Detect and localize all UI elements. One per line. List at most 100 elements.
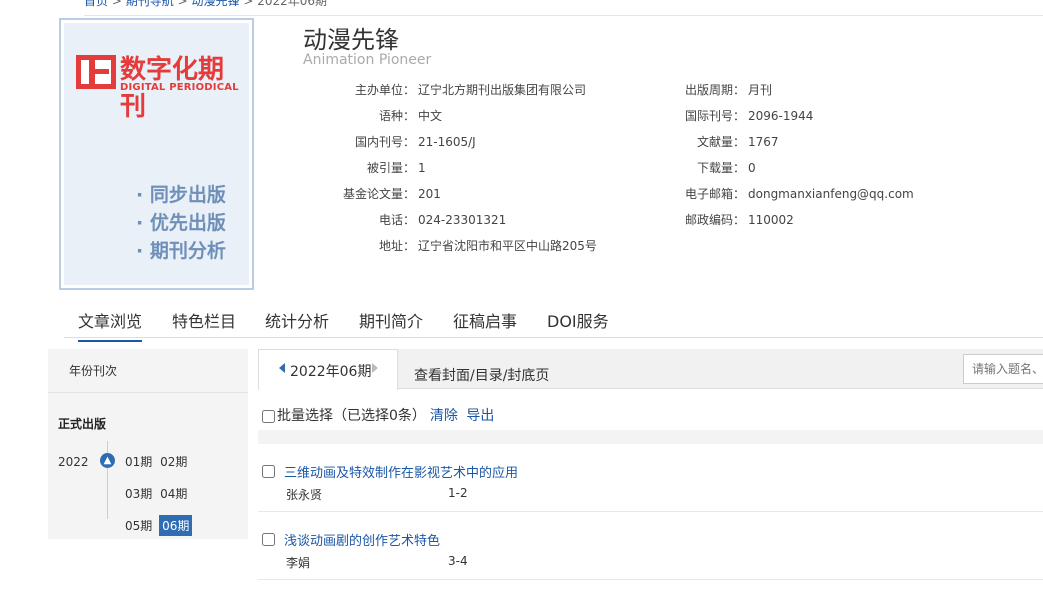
article-row: 浅谈动画剧的创作艺术特色 李娟 3-4 — [258, 512, 1043, 580]
search-input[interactable] — [963, 354, 1043, 384]
batch-select-checkbox[interactable] — [262, 409, 275, 423]
article-checkbox[interactable] — [262, 465, 275, 478]
info-label: 国际刊号： — [684, 109, 745, 123]
issue-link[interactable]: 03期 — [124, 483, 153, 504]
info-value: 0 — [748, 161, 756, 175]
tab-article-browse[interactable]: 文章浏览 — [78, 308, 143, 342]
info-row-language: 语种： 中文 — [330, 103, 597, 129]
info-label: 被引量： — [366, 161, 415, 175]
issue-link[interactable]: 02期 — [159, 451, 188, 472]
article-checkbox[interactable] — [262, 533, 275, 546]
info-label: 邮政编码： — [684, 213, 745, 227]
info-label: 下载量： — [696, 161, 745, 175]
view-cover-toc-link[interactable]: 查看封面/目录/封底页 — [414, 365, 549, 385]
info-row-postcode: 邮政编码： 110002 — [660, 207, 914, 233]
article-author[interactable]: 李娟 — [286, 554, 310, 571]
issue-link-current[interactable]: 06期 — [159, 515, 193, 536]
info-value: dongmanxianfeng@qq.com — [748, 187, 914, 201]
cover-image: 数字化期刊 DIGITAL PERIODICAL · 同步出版 · 优先出版 ·… — [64, 23, 249, 285]
previous-issue-arrow-icon[interactable] — [279, 363, 285, 373]
digital-periodical-logo-icon — [76, 55, 116, 89]
journal-title-english: Animation Pioneer — [303, 52, 432, 68]
info-row-cn: 国内刊号： 21-1605/J — [330, 129, 597, 155]
clear-selection-link[interactable]: 清除 — [430, 408, 458, 424]
journal-tabs: 文章浏览 特色栏目 统计分析 期刊简介 征稿启事 DOI服务 — [64, 300, 1043, 342]
article-pages: 3-4 — [448, 554, 468, 568]
sidebar-year[interactable]: 2022 — [58, 455, 89, 469]
issue-list: 01期 02期 03期 04期 05期 06期 — [124, 451, 224, 547]
info-row-citations: 被引量： 1 — [330, 155, 597, 181]
journal-info-right: 出版周期： 月刊 国际刊号： 2096-1944 文献量： 1767 下载量： 0 电子… — [660, 77, 914, 233]
tab-doi-service[interactable]: DOI服务 — [547, 308, 609, 340]
sidebar-header: 年份刊次 — [48, 349, 248, 393]
cover-feature-list: · 同步出版 · 优先出版 · 期刊分析 — [136, 181, 226, 265]
info-value: 1767 — [748, 135, 779, 149]
batch-divider — [258, 430, 1043, 444]
info-row-issn: 国际刊号： 2096-1944 — [660, 103, 914, 129]
issue-sidebar: 年份刊次 正式出版 2022 ▲ 01期 02期 03期 04期 05期 06期 — [48, 349, 248, 539]
info-label: 主办单位： — [354, 83, 415, 97]
info-label: 语种： — [378, 109, 415, 123]
header-divider — [84, 15, 1043, 16]
article-title-link[interactable]: 浅谈动画剧的创作艺术特色 — [284, 530, 440, 549]
issue-link[interactable]: 01期 — [124, 451, 153, 472]
info-value: 辽宁北方期刊出版集团有限公司 — [418, 83, 587, 97]
cover-logo-subtitle: DIGITAL PERIODICAL — [120, 82, 239, 93]
info-label: 基金论文量： — [342, 187, 415, 201]
breadcrumb: 首页 > 期刊导航 > 动漫先锋 > 2022年06期 — [84, 0, 327, 9]
article-row: 三维动画及特效制作在影视艺术中的应用 张永贤 1-2 — [258, 444, 1043, 512]
info-label: 文献量： — [696, 135, 745, 149]
info-value: 辽宁省沈阳市和平区中山路205号 — [418, 239, 597, 253]
issue-link[interactable]: 05期 — [124, 515, 153, 536]
article-title-link[interactable]: 三维动画及特效制作在影视艺术中的应用 — [284, 462, 518, 481]
info-value: 2096-1944 — [748, 109, 814, 123]
info-label: 电话： — [378, 213, 415, 227]
article-pages: 1-2 — [448, 486, 468, 500]
export-link[interactable]: 导出 — [466, 408, 494, 424]
cover-feature-line: · 同步出版 — [136, 184, 226, 206]
info-label: 地址： — [378, 239, 415, 253]
info-row-documents: 文献量： 1767 — [660, 129, 914, 155]
next-issue-arrow-icon[interactable] — [372, 363, 378, 373]
info-label: 国内刊号： — [354, 135, 415, 149]
info-row-frequency: 出版周期： 月刊 — [660, 77, 914, 103]
info-row-sponsor: 主办单位： 辽宁北方期刊出版集团有限公司 — [330, 77, 597, 103]
info-value: 1 — [418, 161, 426, 175]
info-value: 024-23301321 — [418, 213, 507, 227]
issue-link[interactable]: 04期 — [159, 483, 188, 504]
cover-feature-line: · 优先出版 — [136, 212, 226, 234]
info-label: 出版周期： — [684, 83, 745, 97]
batch-select-bar: 批量选择（已选择0条） 清除 导出 — [262, 405, 494, 425]
breadcrumb-separator: > — [177, 0, 188, 8]
current-issue-label: 2022年06期 — [290, 364, 372, 380]
breadcrumb-journal-link[interactable]: 动漫先锋 — [191, 0, 239, 8]
tab-journal-intro[interactable]: 期刊简介 — [359, 308, 423, 340]
info-row-phone: 电话： 024-23301321 — [330, 207, 597, 233]
breadcrumb-current: 2022年06期 — [257, 0, 328, 8]
current-issue-tab[interactable]: 2022年06期 — [258, 349, 398, 390]
info-value: 110002 — [748, 213, 794, 227]
info-row-downloads: 下载量： 0 — [660, 155, 914, 181]
journal-info-left: 主办单位： 辽宁北方期刊出版集团有限公司 语种： 中文 国内刊号： 21-1605/J… — [330, 77, 597, 259]
sidebar-section-title: 正式出版 — [58, 417, 107, 431]
breadcrumb-home-link[interactable]: 首页 — [84, 0, 108, 8]
tab-featured-columns[interactable]: 特色栏目 — [172, 308, 236, 340]
collapse-chevron-icon[interactable]: ▲ — [100, 453, 115, 468]
info-row-funded: 基金论文量： 201 — [330, 181, 597, 207]
breadcrumb-section-link[interactable]: 期刊导航 — [126, 0, 174, 8]
journal-title: 动漫先锋 — [303, 26, 399, 54]
tab-call-for-papers[interactable]: 征稿启事 — [453, 308, 517, 340]
tab-statistics[interactable]: 统计分析 — [265, 308, 329, 340]
info-value: 月刊 — [748, 83, 773, 97]
breadcrumb-separator: > — [111, 0, 122, 8]
cover-feature-line: · 期刊分析 — [136, 240, 226, 262]
info-value: 中文 — [418, 109, 443, 123]
breadcrumb-separator: > — [243, 0, 254, 8]
info-row-email: 电子邮箱： dongmanxianfeng@qq.com — [660, 181, 914, 207]
batch-select-label: 批量选择（已选择0条） — [277, 408, 426, 424]
info-value: 21-1605/J — [418, 135, 476, 149]
info-value: 201 — [418, 187, 441, 201]
info-row-address: 地址： 辽宁省沈阳市和平区中山路205号 — [330, 233, 597, 259]
article-author[interactable]: 张永贤 — [286, 486, 322, 503]
info-label: 电子邮箱： — [684, 187, 745, 201]
